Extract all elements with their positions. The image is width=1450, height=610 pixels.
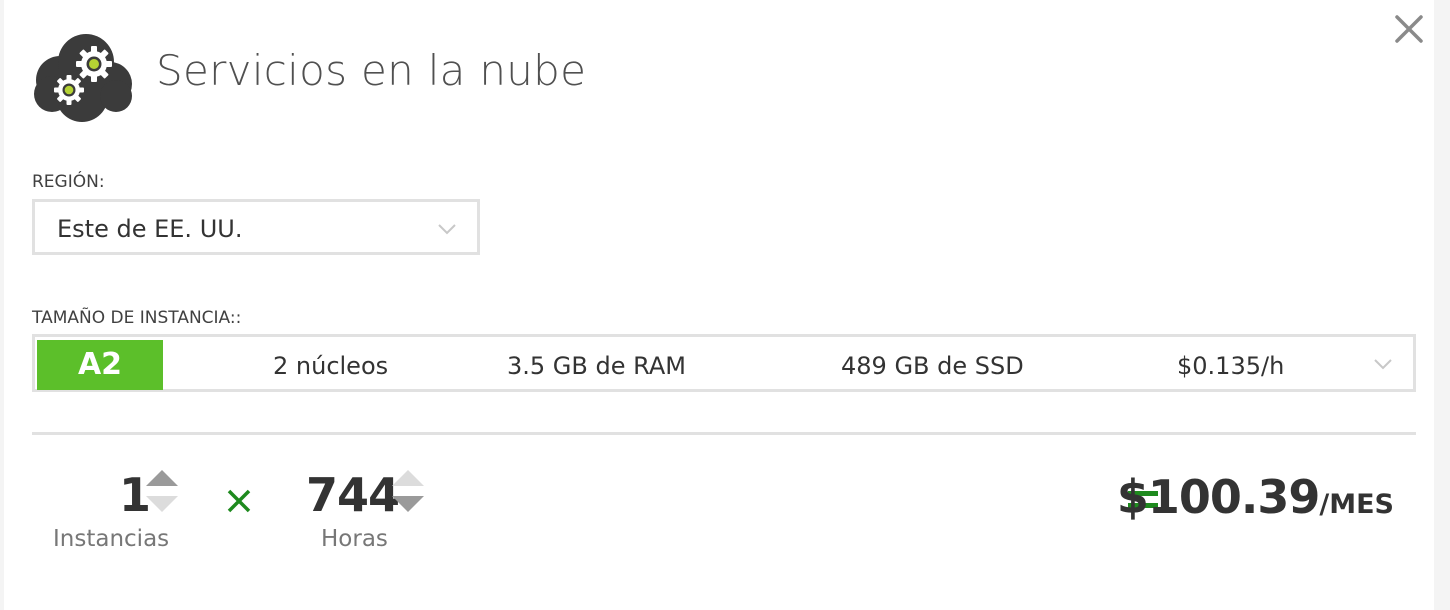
section-divider — [32, 432, 1416, 435]
cloud-services-panel: Servicios en la nube REGIÓN: Este de EE.… — [4, 0, 1434, 610]
instance-tier-badge: A2 — [37, 340, 163, 390]
hours-stepper[interactable] — [390, 468, 426, 514]
instance-hourly-price: $0.135/h — [1177, 352, 1285, 380]
monthly-total: $100.39/MES — [1117, 470, 1394, 524]
cloud-gears-icon — [30, 32, 134, 124]
instances-caption: Instancias — [53, 526, 170, 552]
instance-size-label: TAMAÑO DE INSTANCIA:: — [32, 308, 242, 328]
page-title: Servicios en la nube — [156, 46, 587, 95]
instance-cores: 2 núcleos — [273, 352, 389, 380]
stepper-down-icon[interactable] — [146, 496, 178, 512]
stepper-up-icon[interactable] — [392, 470, 424, 486]
instances-stepper[interactable] — [144, 468, 180, 514]
close-button[interactable] — [1392, 12, 1426, 46]
multiply-icon — [224, 486, 254, 516]
hours-caption: Horas — [321, 526, 388, 552]
page-gutter — [1434, 0, 1450, 610]
region-label: REGIÓN: — [32, 172, 105, 192]
instance-size-dropdown[interactable]: A2 2 núcleos 3.5 GB de RAM 489 GB de SSD… — [32, 334, 1416, 392]
chevron-down-icon — [437, 223, 457, 235]
total-unit: /MES — [1319, 489, 1394, 520]
instance-storage: 489 GB de SSD — [841, 352, 1024, 380]
chevron-down-icon — [1373, 358, 1393, 370]
region-selected-value: Este de EE. UU. — [57, 215, 243, 243]
close-icon — [1395, 15, 1423, 43]
instance-ram: 3.5 GB de RAM — [507, 352, 686, 380]
stepper-down-icon[interactable] — [392, 496, 424, 512]
total-amount: $100.39 — [1116, 470, 1321, 524]
stepper-up-icon[interactable] — [146, 470, 178, 486]
hours-count[interactable]: 744 — [306, 468, 400, 522]
region-dropdown[interactable]: Este de EE. UU. — [32, 199, 480, 255]
